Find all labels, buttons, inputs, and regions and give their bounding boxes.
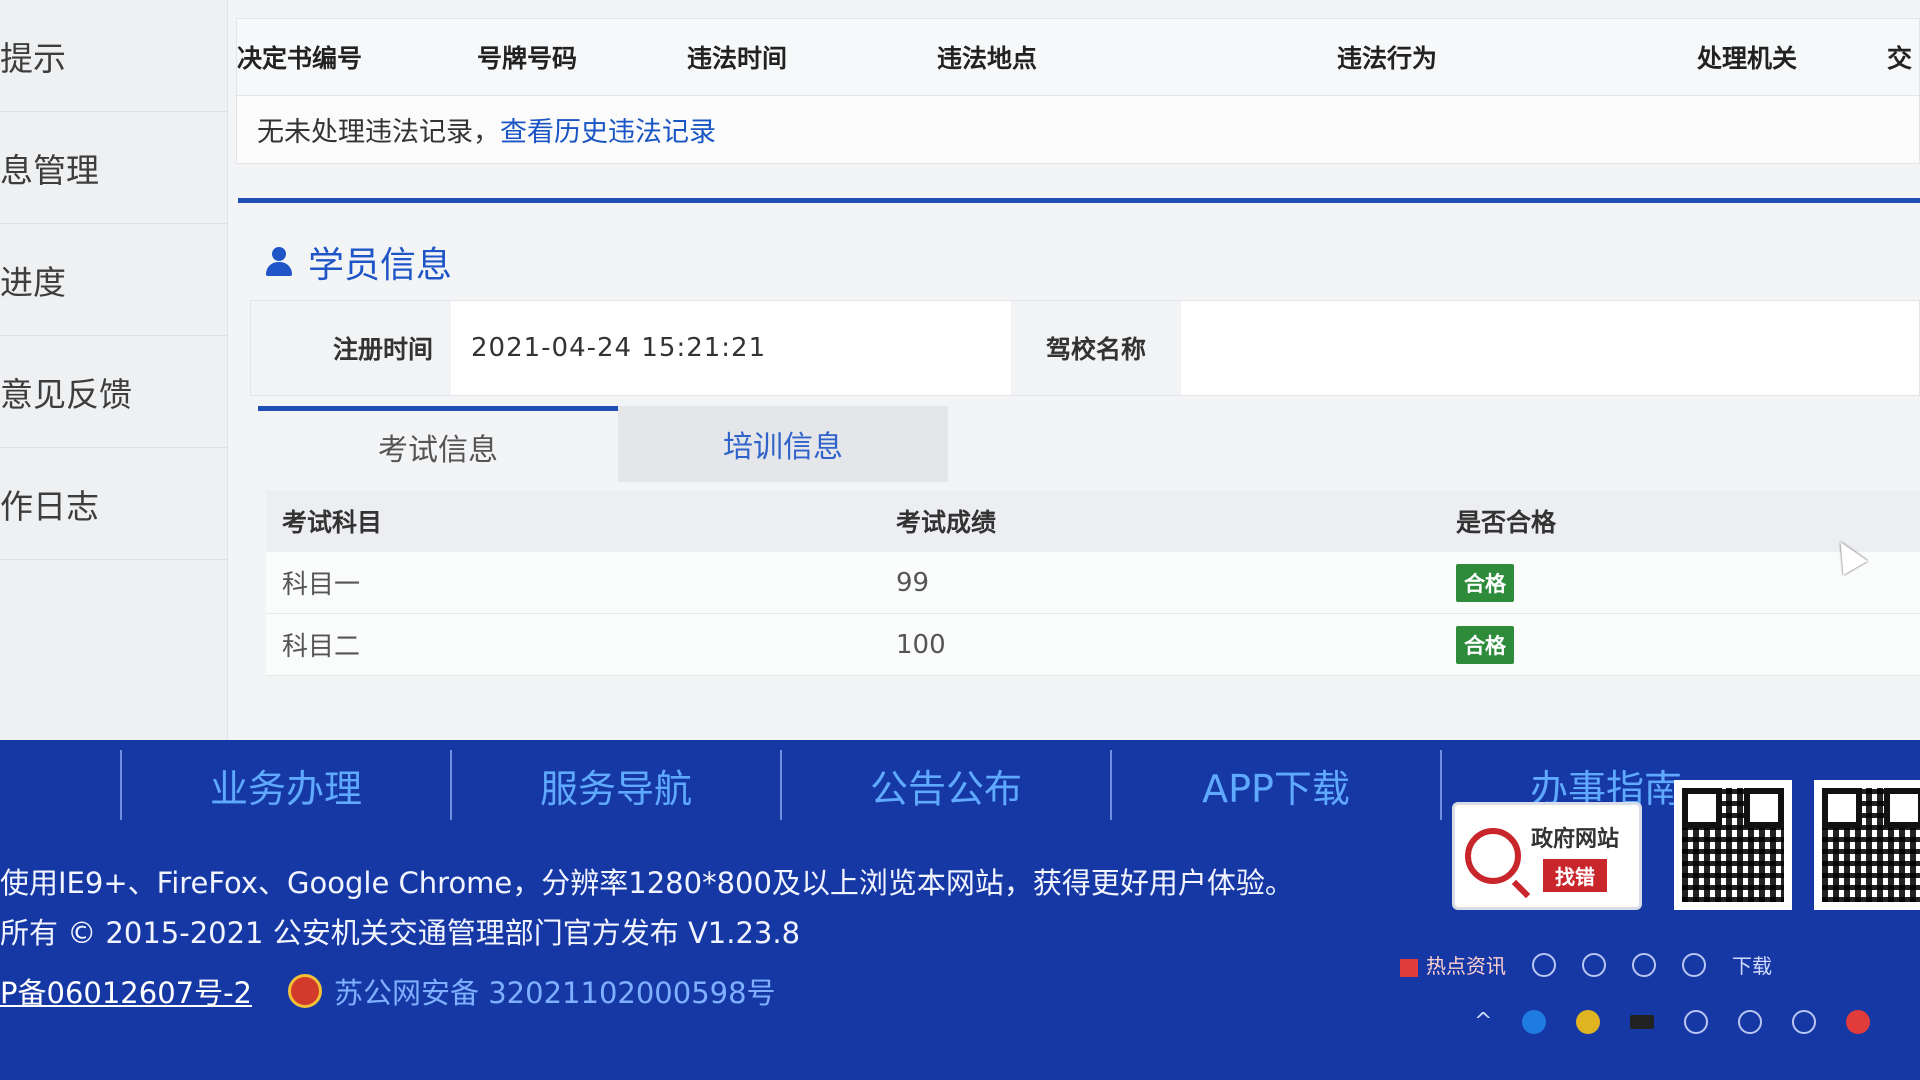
app-tray-icon[interactable] — [1576, 1009, 1601, 1034]
column-header: 交 — [1887, 44, 1913, 73]
volume-icon[interactable] — [1684, 1009, 1709, 1034]
gov-website-error-report-button[interactable]: 政府网站 找错 — [1452, 802, 1642, 910]
table-row: 科目二 100 合格 — [266, 614, 1920, 676]
battery-icon[interactable] — [1630, 1014, 1655, 1029]
main-content: 决定书编号 号牌号码 违法时间 违法地点 违法行为 处理机关 交 无未处理违法记… — [236, 0, 1920, 740]
qr-code-icon — [1674, 780, 1792, 910]
student-info-row: 注册时间 2021-04-24 15:21:21 驾校名称 — [250, 300, 1920, 396]
heart-icon[interactable] — [1632, 952, 1656, 977]
reg-time-value: 2021-04-24 15:21:21 — [471, 333, 767, 363]
exam-table-header: 考试科目 考试成绩 是否合格 — [266, 490, 1920, 552]
exam-table: 考试科目 考试成绩 是否合格 科目一 99 合格 科目二 100 合格 — [266, 490, 1920, 676]
violations-empty-row: 无未处理违法记录， 查看历史违法记录 — [236, 96, 1920, 164]
copyright: 所有 © 2015-2021 公安机关交通管理部门官方发布 V1.23.8 — [0, 916, 801, 950]
column-header: 违法行为 — [1337, 44, 1438, 73]
wifi-icon[interactable] — [1738, 1009, 1763, 1034]
empty-message: 无未处理违法记录， — [257, 117, 500, 148]
sidebar-item-feedback[interactable]: 意见反馈 — [0, 336, 227, 448]
sidebar-item-label: 进度 — [0, 262, 66, 302]
pass-badge: 合格 — [1456, 625, 1514, 664]
footer-nav-app-download[interactable]: APP下载 — [1110, 750, 1440, 820]
footer-nav-service-guide[interactable]: 服务导航 — [450, 750, 780, 820]
violations-table-header: 决定书编号 号牌号码 违法时间 违法地点 违法行为 处理机关 交 — [236, 18, 1920, 96]
police-emblem-icon — [288, 974, 323, 1008]
pass-badge: 合格 — [1456, 563, 1514, 602]
police-record[interactable]: 苏公网安备 32021102000598号 — [288, 970, 776, 1012]
school-name-value — [1181, 301, 1919, 395]
history-violations-link[interactable]: 查看历史违法记录 — [500, 110, 716, 149]
sidebar-item-info-management[interactable]: 息管理 — [0, 112, 227, 224]
column-header: 是否合格 — [1456, 508, 1557, 537]
input-method-icon[interactable] — [1846, 1009, 1871, 1034]
school-name-label: 驾校名称 — [1011, 301, 1181, 395]
qr-code-icon — [1814, 780, 1920, 910]
site-footer: 业务办理 服务导航 公告公布 APP下载 办事指南 使用IE9+、FireFox… — [0, 740, 1920, 1080]
download-button[interactable]: 下载 — [1732, 950, 1772, 979]
column-header: 考试成绩 — [896, 508, 997, 537]
sidebar-item-tips[interactable]: 提示 — [0, 0, 227, 112]
app-tray-icon[interactable] — [1522, 1009, 1547, 1034]
table-row: 科目一 99 合格 — [266, 552, 1920, 614]
picture-icon[interactable] — [1582, 952, 1606, 977]
gov-box-subtitle: 找错 — [1543, 858, 1607, 892]
section-divider — [238, 198, 1920, 203]
sidebar: 提示 息管理 进度 意见反馈 作日志 — [0, 0, 228, 740]
hot-news-button[interactable]: 热点资讯 — [1400, 950, 1506, 979]
browser-note: 使用IE9+、FireFox、Google Chrome，分辨率1280*800… — [0, 866, 1294, 900]
column-header: 号牌号码 — [477, 44, 578, 73]
reg-time-label: 注册时间 — [251, 301, 451, 395]
icp-record-link[interactable]: P备06012607号-2 — [0, 970, 252, 1012]
footer-nav-announcements[interactable]: 公告公布 — [780, 750, 1110, 820]
exam-score: 100 — [896, 629, 946, 660]
sidebar-item-label: 息管理 — [0, 150, 99, 190]
section-title: 学员信息 — [264, 236, 452, 288]
sidebar-item-log[interactable]: 作日志 — [0, 448, 227, 560]
column-header: 考试科目 — [282, 508, 383, 537]
footer-nav-business[interactable]: 业务办理 — [120, 750, 450, 820]
chevron-up-icon[interactable]: ^ — [1474, 1009, 1492, 1034]
column-header: 违法时间 — [687, 44, 788, 73]
police-record-text: 苏公网安备 32021102000598号 — [334, 976, 776, 1010]
tab-training-info[interactable]: 培训信息 — [618, 406, 948, 482]
exam-subject: 科目一 — [282, 570, 361, 600]
column-header: 决定书编号 — [237, 44, 363, 73]
record-line: P备06012607号-2 苏公网安备 32021102000598号 — [0, 970, 776, 1012]
user-icon — [264, 247, 294, 277]
column-header: 处理机关 — [1697, 44, 1798, 73]
magnifier-icon — [1465, 828, 1521, 884]
sidebar-item-label: 作日志 — [0, 486, 99, 526]
pen-icon[interactable] — [1792, 1009, 1817, 1034]
tab-exam-info[interactable]: 考试信息 — [258, 406, 618, 482]
info-tabs: 考试信息 培训信息 — [258, 406, 948, 482]
shield-icon[interactable] — [1532, 952, 1556, 977]
gear-icon[interactable] — [1682, 952, 1706, 977]
exam-subject: 科目二 — [282, 632, 361, 662]
sidebar-item-label: 意见反馈 — [0, 374, 132, 414]
sidebar-item-progress[interactable]: 进度 — [0, 224, 227, 336]
taskbar-tray: 热点资讯 下载 ^ — [1390, 950, 1920, 1080]
sidebar-item-label: 提示 — [0, 38, 66, 78]
gov-box-title: 政府网站 — [1531, 826, 1620, 852]
exam-score: 99 — [896, 567, 930, 598]
column-header: 违法地点 — [937, 44, 1038, 73]
section-title-text: 学员信息 — [308, 245, 453, 286]
